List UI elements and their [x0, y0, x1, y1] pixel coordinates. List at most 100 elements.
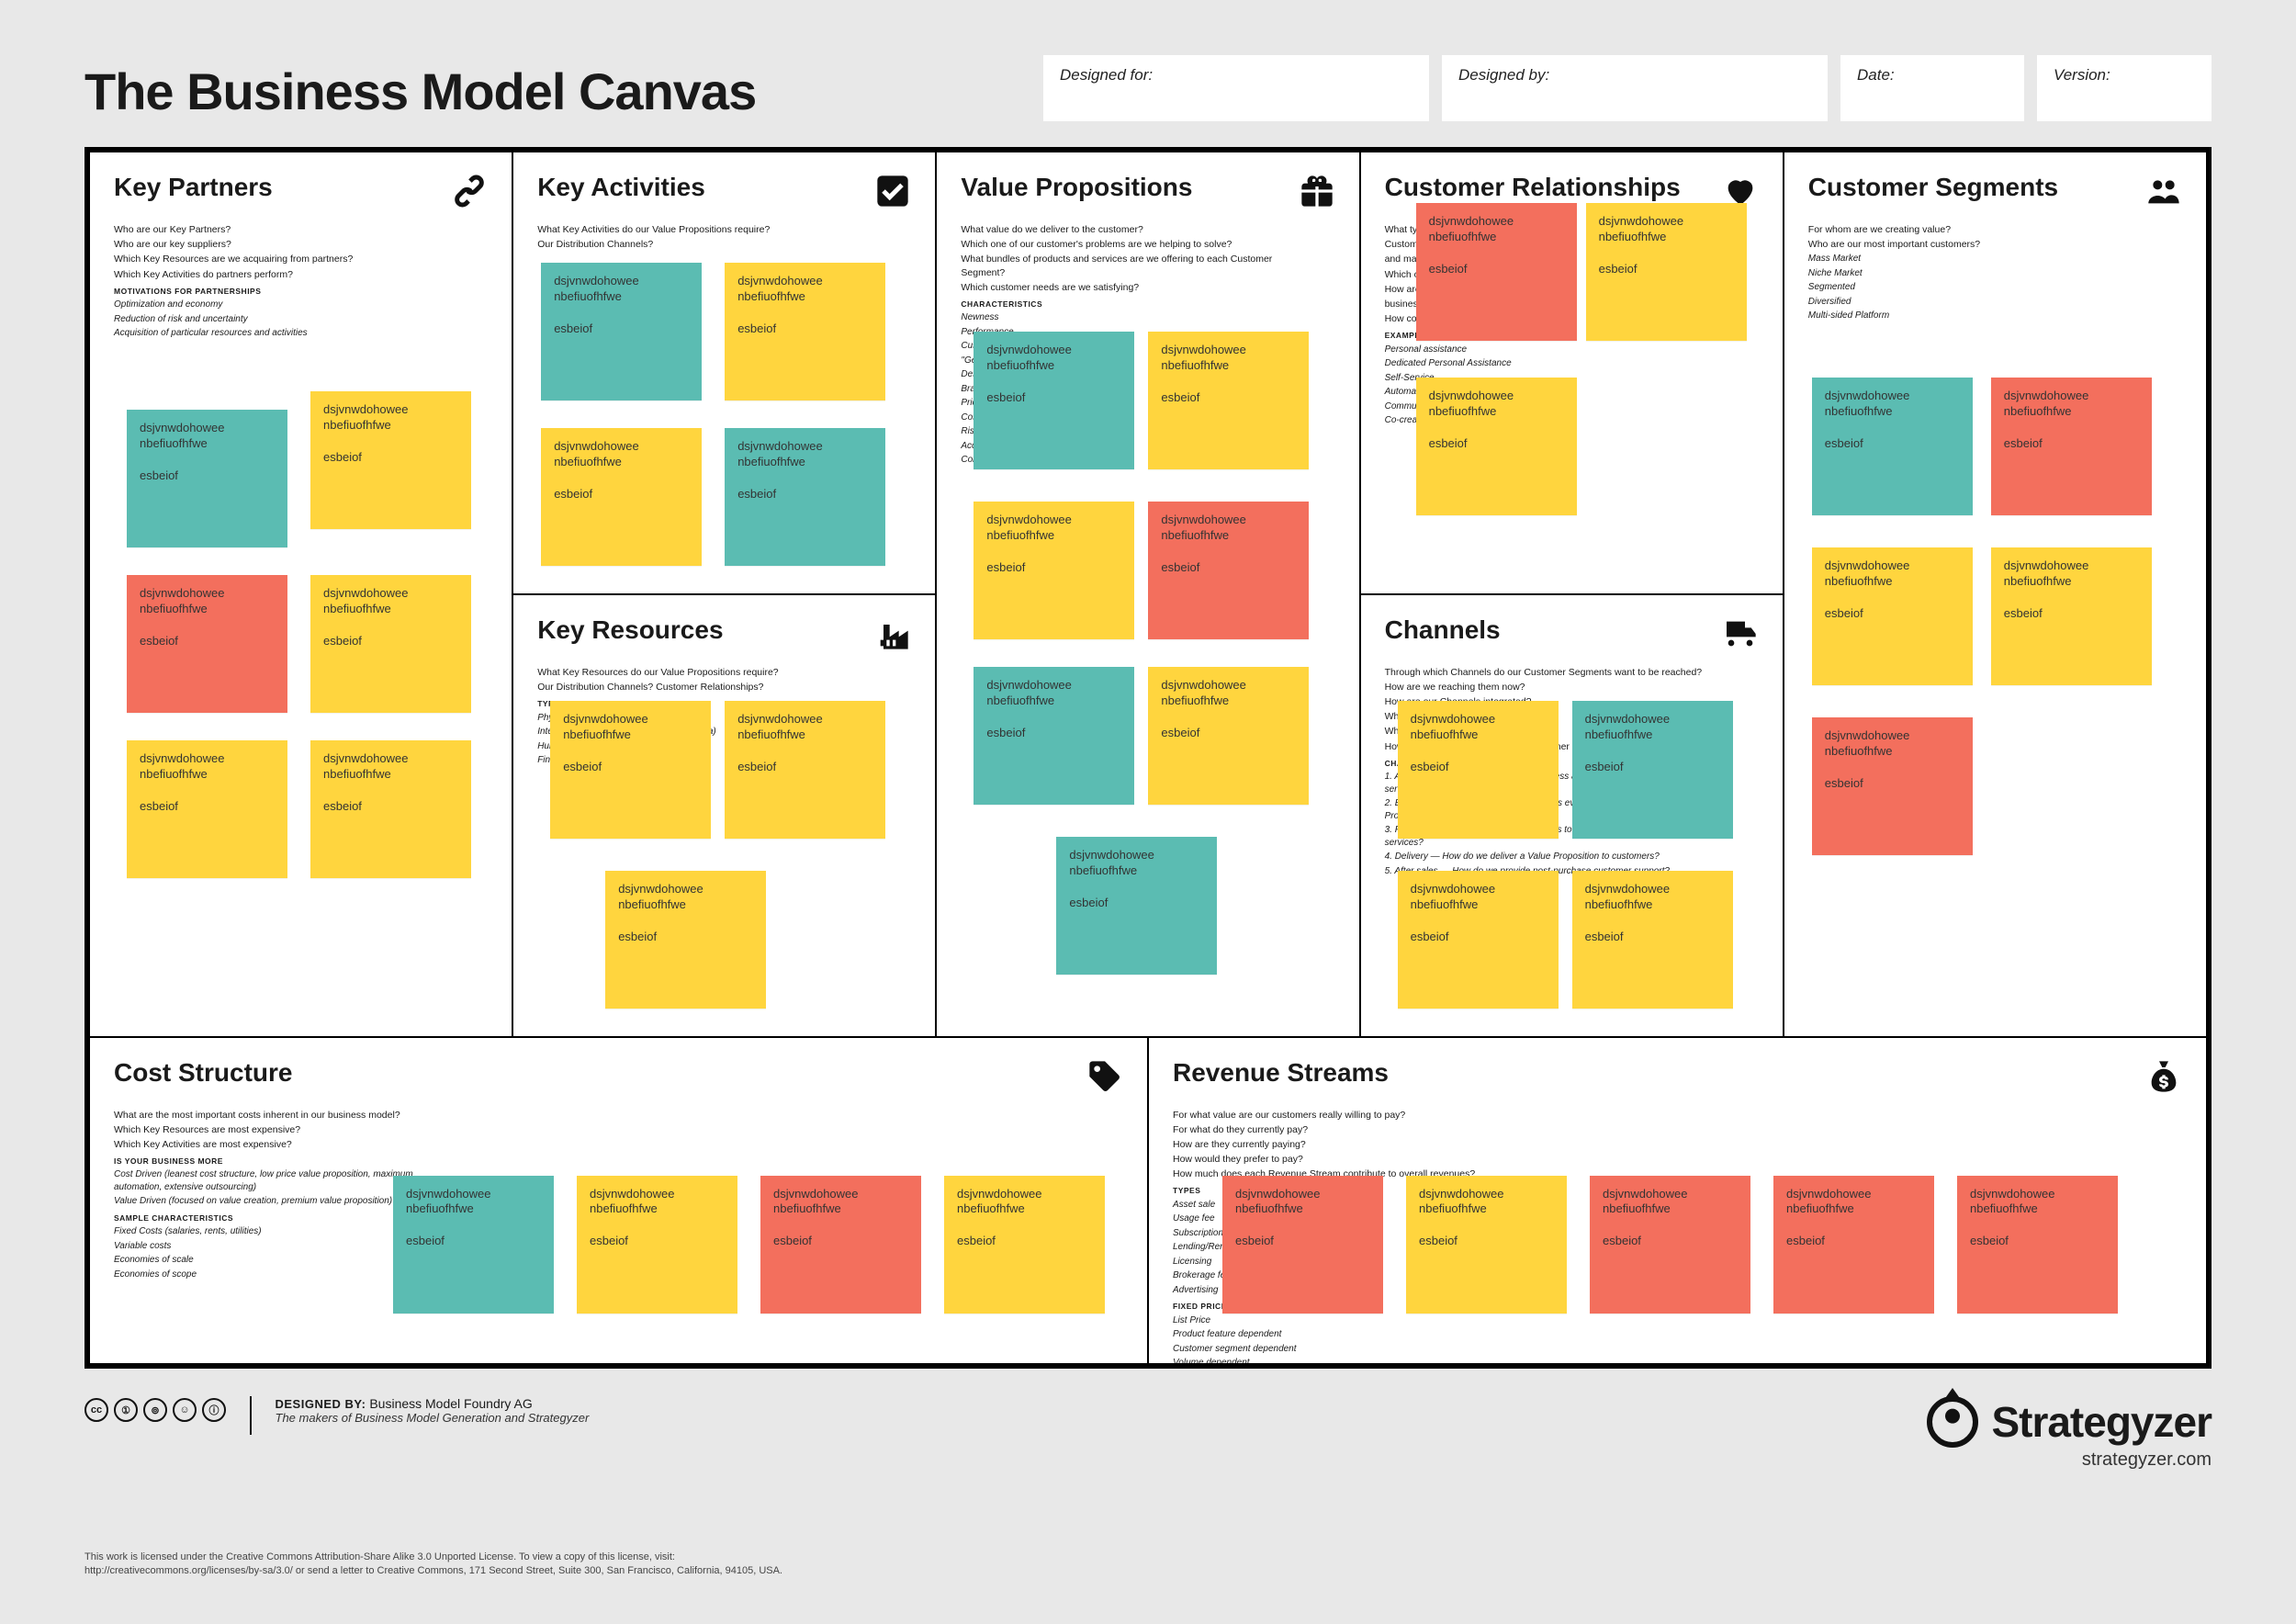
- ch-title: Channels: [1385, 615, 1501, 645]
- hint-line: Which Key Activities are most expensive?: [114, 1138, 463, 1151]
- bmc-canvas: Key Partners Who are our Key Partners?Wh…: [84, 147, 2212, 1369]
- note-line: esbeiof: [323, 634, 458, 649]
- sticky-note[interactable]: dsjvnwdohoweenbefiuofhfweesbeiof: [1991, 378, 2152, 515]
- sticky-note[interactable]: dsjvnwdohoweenbefiuofhfweesbeiof: [1148, 502, 1309, 639]
- sticky-note[interactable]: dsjvnwdohoweenbefiuofhfweesbeiof: [1406, 1176, 1567, 1314]
- note-line: dsjvnwdohowee: [1161, 343, 1296, 358]
- note-line: dsjvnwdohowee: [618, 882, 753, 897]
- note-line: nbefiuofhfwe: [957, 1201, 1092, 1217]
- cc-icons: cc ① ⊚ ☺ ⓘ: [84, 1396, 226, 1422]
- note-line: dsjvnwdohowee: [140, 421, 275, 436]
- sticky-note[interactable]: dsjvnwdohoweenbefiuofhfweesbeiof: [974, 667, 1134, 805]
- sticky-note[interactable]: dsjvnwdohoweenbefiuofhfweesbeiof: [1416, 203, 1577, 341]
- sticky-note[interactable]: dsjvnwdohoweenbefiuofhfweesbeiof: [605, 871, 766, 1009]
- meta-date[interactable]: Date:: [1840, 55, 2024, 121]
- meta-designed-for[interactable]: Designed for:: [1043, 55, 1429, 121]
- note-line: esbeiof: [1069, 896, 1204, 911]
- sticky-note[interactable]: dsjvnwdohoweenbefiuofhfweesbeiof: [1812, 378, 1973, 515]
- cell-key-partners: Key Partners Who are our Key Partners?Wh…: [89, 152, 512, 1037]
- note-line: dsjvnwdohowee: [2004, 389, 2139, 404]
- people-icon: [2145, 173, 2182, 214]
- sticky-note[interactable]: dsjvnwdohoweenbefiuofhfweesbeiof: [760, 1176, 921, 1314]
- note-line: nbefiuofhfwe: [986, 358, 1121, 374]
- note-line: nbefiuofhfwe: [1603, 1201, 1738, 1217]
- sticky-note[interactable]: dsjvnwdohoweenbefiuofhfweesbeiof: [310, 740, 471, 878]
- note-line: nbefiuofhfwe: [1161, 694, 1296, 709]
- sticky-note[interactable]: dsjvnwdohoweenbefiuofhfweesbeiof: [725, 701, 885, 839]
- note-line: dsjvnwdohowee: [2004, 558, 2139, 574]
- sticky-note[interactable]: dsjvnwdohoweenbefiuofhfweesbeiof: [974, 332, 1134, 469]
- sticky-note[interactable]: dsjvnwdohoweenbefiuofhfweesbeiof: [393, 1176, 554, 1314]
- note-line: nbefiuofhfwe: [1429, 404, 1564, 420]
- note-line: esbeiof: [554, 487, 689, 502]
- sticky-note[interactable]: dsjvnwdohoweenbefiuofhfweesbeiof: [127, 575, 287, 713]
- sticky-note[interactable]: dsjvnwdohoweenbefiuofhfweesbeiof: [1586, 203, 1747, 341]
- hint-subline: List Price: [1173, 1314, 1522, 1327]
- cell-key-activities: Key Activities What Key Activities do ou…: [512, 152, 936, 594]
- note-line: nbefiuofhfwe: [737, 455, 872, 470]
- sticky-note[interactable]: dsjvnwdohoweenbefiuofhfweesbeiof: [1572, 701, 1733, 839]
- hint-line: What Key Activities do our Value Proposi…: [537, 223, 886, 236]
- note-line: nbefiuofhfwe: [554, 289, 689, 305]
- brand: Strategyzer strategyzer.com: [1927, 1396, 2212, 1471]
- hint-line: How would they prefer to pay?: [1173, 1153, 1522, 1166]
- note-line: dsjvnwdohowee: [957, 1187, 1092, 1202]
- sticky-note[interactable]: dsjvnwdohoweenbefiuofhfweesbeiof: [1398, 871, 1559, 1009]
- sticky-note[interactable]: dsjvnwdohoweenbefiuofhfweesbeiof: [1056, 837, 1217, 975]
- sticky-note[interactable]: dsjvnwdohoweenbefiuofhfweesbeiof: [127, 410, 287, 547]
- note-line: dsjvnwdohowee: [1786, 1187, 1921, 1202]
- note-line: esbeiof: [1429, 436, 1564, 452]
- note-line: dsjvnwdohowee: [1429, 389, 1564, 404]
- sticky-note[interactable]: dsjvnwdohoweenbefiuofhfweesbeiof: [310, 575, 471, 713]
- note-line: esbeiof: [957, 1234, 1092, 1249]
- sticky-note[interactable]: dsjvnwdohoweenbefiuofhfweesbeiof: [127, 740, 287, 878]
- hint-line: Which Key Resources are we acquairing fr…: [114, 253, 463, 265]
- note-line: nbefiuofhfwe: [1970, 1201, 2105, 1217]
- sticky-note[interactable]: dsjvnwdohoweenbefiuofhfweesbeiof: [541, 428, 702, 566]
- kr-title: Key Resources: [537, 615, 723, 645]
- sticky-note[interactable]: dsjvnwdohoweenbefiuofhfweesbeiof: [974, 502, 1134, 639]
- sticky-note[interactable]: dsjvnwdohoweenbefiuofhfweesbeiof: [577, 1176, 737, 1314]
- sticky-note[interactable]: dsjvnwdohoweenbefiuofhfweesbeiof: [1148, 332, 1309, 469]
- ka-title: Key Activities: [537, 173, 705, 202]
- sticky-note[interactable]: dsjvnwdohoweenbefiuofhfweesbeiof: [1148, 667, 1309, 805]
- sticky-note[interactable]: dsjvnwdohoweenbefiuofhfweesbeiof: [725, 428, 885, 566]
- note-line: nbefiuofhfwe: [406, 1201, 541, 1217]
- sticky-note[interactable]: dsjvnwdohoweenbefiuofhfweesbeiof: [725, 263, 885, 400]
- hint-subline: Mass Market: [1808, 253, 2157, 265]
- sticky-note[interactable]: dsjvnwdohoweenbefiuofhfweesbeiof: [1991, 547, 2152, 685]
- note-line: esbeiof: [140, 799, 275, 815]
- hint-line: Which customer needs are we satisfying?: [961, 281, 1310, 294]
- note-line: dsjvnwdohowee: [1825, 389, 1960, 404]
- note-line: dsjvnwdohowee: [554, 274, 689, 289]
- truck-icon: [1722, 615, 1759, 657]
- note-line: dsjvnwdohowee: [590, 1187, 725, 1202]
- note-line: esbeiof: [1235, 1234, 1370, 1249]
- sticky-note[interactable]: dsjvnwdohoweenbefiuofhfwe esbeiof: [1416, 378, 1577, 515]
- sticky-note[interactable]: dsjvnwdohoweenbefiuofhfweesbeiof: [541, 263, 702, 400]
- sticky-note[interactable]: dsjvnwdohoweenbefiuofhfweesbeiof: [1398, 701, 1559, 839]
- sticky-note[interactable]: dsjvnwdohoweenbefiuofhfweesbeiof: [1222, 1176, 1383, 1314]
- note-line: esbeiof: [773, 1234, 908, 1249]
- license-line2: http://creativecommons.org/licenses/by-s…: [84, 1564, 782, 1578]
- note-line: nbefiuofhfwe: [1411, 727, 1546, 743]
- note-line: nbefiuofhfwe: [1825, 404, 1960, 420]
- sticky-note[interactable]: dsjvnwdohoweenbefiuofhfweesbeiof: [1957, 1176, 2118, 1314]
- meta-version[interactable]: Version:: [2037, 55, 2212, 121]
- sticky-note[interactable]: dsjvnwdohoweenbefiuofhfwe esbeiof: [944, 1176, 1105, 1314]
- hint-line: For what do they currently pay?: [1173, 1123, 1522, 1136]
- note-line: esbeiof: [140, 634, 275, 649]
- sticky-note[interactable]: dsjvnwdohoweenbefiuofhfweesbeiof: [310, 391, 471, 529]
- sticky-note[interactable]: dsjvnwdohoweenbefiuofhfweesbeiof: [1812, 717, 1973, 855]
- sticky-note[interactable]: dsjvnwdohoweenbefiuofhfweesbeiof: [1590, 1176, 1750, 1314]
- by-icon: ①: [114, 1398, 138, 1422]
- note-line: esbeiof: [737, 487, 872, 502]
- sticky-note[interactable]: dsjvnwdohoweenbefiuofhfweesbeiof: [1572, 871, 1733, 1009]
- note-line: dsjvnwdohowee: [1970, 1187, 2105, 1202]
- sticky-note[interactable]: dsjvnwdohoweenbefiuofhfweesbeiof: [1773, 1176, 1934, 1314]
- cell-customer-relationships: Customer Relationships What type of rela…: [1360, 152, 1784, 594]
- sticky-note[interactable]: dsjvnwdohoweenbefiuofhfweesbeiof: [550, 701, 711, 839]
- meta-designed-by[interactable]: Designed by:: [1442, 55, 1828, 121]
- sticky-note[interactable]: dsjvnwdohoweenbefiuofhfweesbeiof: [1812, 547, 1973, 685]
- strategyzer-logo-icon: [1927, 1396, 1978, 1448]
